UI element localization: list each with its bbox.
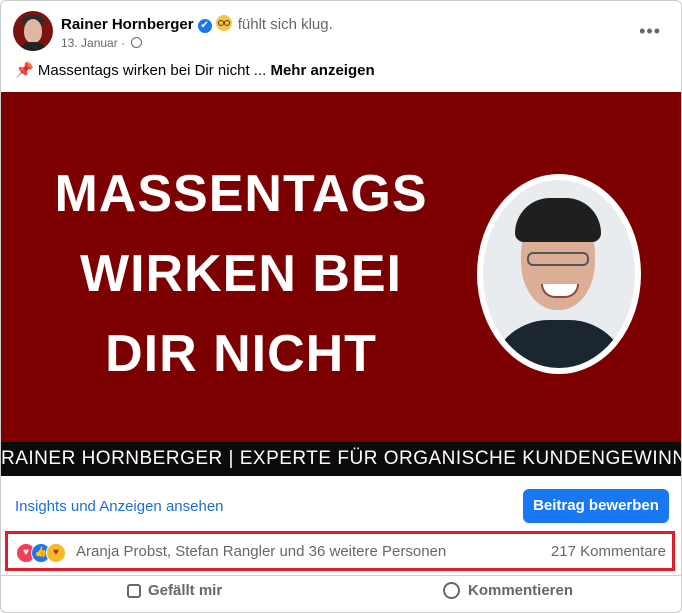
avatar-face [24, 19, 42, 43]
headline-line-3: DIR NICHT [105, 325, 377, 383]
insights-link[interactable]: Insights und Anzeigen ansehen [15, 498, 224, 515]
like-label: Gefällt mir [148, 582, 223, 599]
reaction-icons[interactable]: ♥ 👍 ♥ [16, 543, 72, 563]
headline-line-1: MASSENTAGS [54, 165, 428, 223]
reactions-bar: ♥ 👍 ♥ Aranja Probst, Stefan Rangler und … [5, 531, 675, 571]
care-reaction-icon: ♥ [46, 543, 66, 563]
post-body: Massentags wirken bei Dir nicht ... [37, 62, 267, 79]
avatar-shirt [17, 42, 49, 51]
comment-bubble-icon [443, 582, 460, 599]
like-button[interactable]: Gefällt mir [127, 582, 222, 599]
portrait-glasses [527, 252, 589, 266]
comment-button[interactable]: Kommentieren [443, 582, 573, 599]
portrait-inner [483, 180, 635, 368]
globe-icon [131, 37, 143, 48]
post-image[interactable]: MASSENTAGS WIRKEN BEI DIR NICHT [1, 92, 681, 442]
see-more-link[interactable]: Mehr anzeigen [270, 62, 374, 79]
author-line: Rainer Hornberger ✔ fühlt sich klug. [61, 15, 333, 33]
post-date[interactable]: 13. Januar [61, 36, 118, 50]
image-headline: MASSENTAGS WIRKEN BEI DIR NICHT [11, 154, 471, 394]
post-header: Rainer Hornberger ✔ fühlt sich klug. 13. … [13, 11, 669, 55]
pin-icon: 📌 [15, 62, 34, 79]
portrait-photo [477, 174, 641, 374]
comments-count[interactable]: 217 Kommentare [551, 543, 666, 560]
post-text: 📌 Massentags wirken bei Dir nicht ... Me… [15, 61, 375, 79]
nerd-face-emoji-icon [215, 15, 232, 31]
comment-label: Kommentieren [468, 582, 574, 599]
promote-post-button[interactable]: Beitrag bewerben [523, 489, 669, 523]
meta-separator: · [121, 36, 126, 50]
post-meta: 13. Januar · [61, 36, 143, 50]
reaction-names[interactable]: Aranja Probst, Stefan Rangler und 36 wei… [76, 543, 446, 560]
verified-badge-icon: ✔ [197, 19, 212, 33]
action-bar: Gefällt mir Kommentieren [1, 575, 681, 610]
feeling-text: fühlt sich klug. [237, 16, 333, 33]
avatar[interactable] [13, 11, 53, 51]
author-name[interactable]: Rainer Hornberger [61, 16, 194, 33]
more-options-icon[interactable]: ••• [639, 21, 661, 42]
image-caption-strip: RAINER HORNBERGER | EXPERTE FÜR ORGANISC… [1, 442, 681, 476]
post-card: Rainer Hornberger ✔ fühlt sich klug. 13. … [0, 0, 682, 613]
thumbs-up-icon [127, 584, 141, 598]
headline-line-2: WIRKEN BEI [80, 245, 402, 303]
portrait-shirt [489, 320, 629, 368]
portrait-hair [515, 198, 601, 242]
